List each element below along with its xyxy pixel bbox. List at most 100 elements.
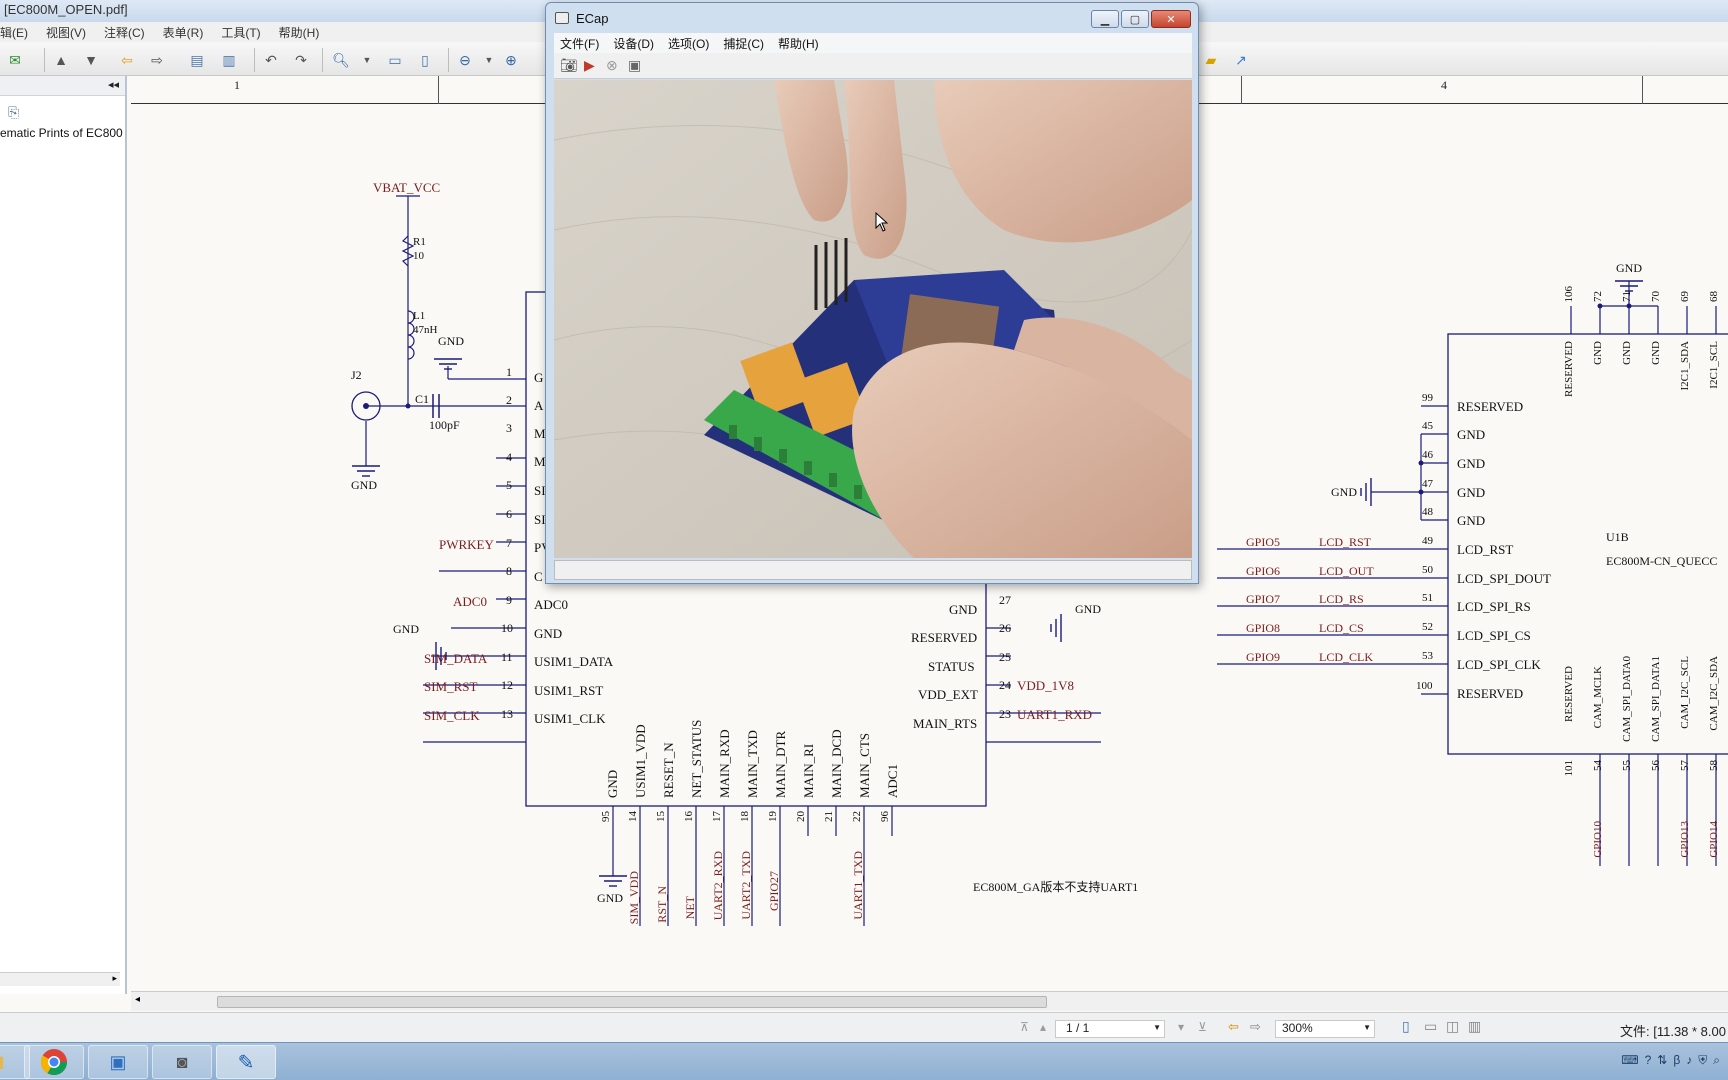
undo-icon[interactable]: ↶ bbox=[260, 49, 282, 71]
camera-app-icon[interactable]: ◙ bbox=[152, 1045, 212, 1079]
pin-name: LCD_SPI_CLK bbox=[1457, 657, 1541, 672]
ecap-window[interactable]: ECap ▁ ▢ ✕ 文件(F) 设备(D) 选项(O) 捕捉(C) 帮助(H)… bbox=[545, 2, 1199, 584]
pin-name: GND bbox=[534, 626, 563, 641]
forward-icon[interactable]: ⇨ bbox=[146, 49, 168, 71]
scrollbar-thumb[interactable] bbox=[217, 996, 1047, 1008]
help-icon[interactable]: ? bbox=[1645, 1053, 1652, 1068]
sidebar-header: ◂◂ bbox=[0, 76, 125, 96]
page-number-field[interactable]: 1 / 1 ▼ bbox=[1055, 1020, 1165, 1038]
pin-name: A bbox=[534, 398, 544, 413]
menu-help[interactable]: 帮助(H) bbox=[279, 24, 320, 42]
email-icon[interactable]: ✉ bbox=[4, 49, 26, 71]
scroll-down-icon[interactable]: ▼ bbox=[80, 49, 102, 71]
arrow-tool-icon[interactable]: ↗ bbox=[1230, 49, 1252, 71]
image-icon[interactable]: ▣ bbox=[628, 57, 641, 74]
net-label: UART1_TXD bbox=[851, 851, 865, 920]
close-button[interactable]: ✕ bbox=[1151, 10, 1191, 28]
pin-name: LCD_RST bbox=[1457, 542, 1514, 557]
shield-icon[interactable]: ⛨ bbox=[1698, 1053, 1707, 1068]
zoom-in-icon[interactable]: ⊕ bbox=[500, 49, 522, 71]
sidebar-scrollbar[interactable]: ▸ bbox=[0, 972, 120, 986]
next-page-icon[interactable]: ▾ bbox=[1178, 1020, 1184, 1034]
app-icon[interactable]: ▣ bbox=[88, 1045, 148, 1079]
pin-num: 54 bbox=[1592, 760, 1604, 771]
menu-tools[interactable]: 工具(T) bbox=[221, 24, 260, 42]
pin-num: 100 bbox=[1416, 680, 1433, 692]
minimize-button[interactable]: ▁ bbox=[1091, 10, 1119, 28]
continuous-facing-icon[interactable]: ▥ bbox=[1468, 1018, 1481, 1035]
menu-view[interactable]: 视图(V) bbox=[46, 24, 86, 42]
camera-icon[interactable]: 📷︎ bbox=[560, 57, 578, 74]
page-layout2-icon[interactable]: ▥ bbox=[218, 49, 240, 71]
single-page-icon[interactable]: ▯ bbox=[1402, 1018, 1410, 1035]
facing-icon[interactable]: ◫ bbox=[1446, 1018, 1459, 1035]
fit-width-icon[interactable]: ▯ bbox=[414, 49, 436, 71]
pin-num: 19 bbox=[767, 811, 779, 822]
bookmark-options-icon[interactable]: ⎘ bbox=[8, 104, 19, 121]
page-layout-icon[interactable]: ▤ bbox=[186, 49, 208, 71]
next-view-icon[interactable]: ⇨ bbox=[1250, 1019, 1261, 1035]
prev-page-icon[interactable]: ▴ bbox=[1040, 1020, 1046, 1034]
pin-name: CAM_SPI_DATA0 bbox=[1621, 656, 1633, 742]
bookmark-item[interactable]: ematic Prints of EC800 bbox=[0, 126, 123, 140]
menu-form[interactable]: 表单(R) bbox=[163, 24, 204, 42]
comment-icon[interactable]: ▰ bbox=[1200, 49, 1222, 71]
pin-name: GND bbox=[949, 602, 978, 617]
pin-name: LCD_SPI_CS bbox=[1457, 628, 1531, 643]
ecap-menu-help[interactable]: 帮助(H) bbox=[778, 35, 819, 53]
chrome-icon[interactable] bbox=[24, 1045, 84, 1079]
fit-page-icon[interactable]: ▭ bbox=[384, 49, 406, 71]
keyboard-icon[interactable]: ⌨ bbox=[1621, 1053, 1638, 1068]
pin-name: M bbox=[534, 426, 546, 441]
pin-num: 55 bbox=[1621, 760, 1633, 771]
zoom-dropdown-icon[interactable]: ▼ bbox=[356, 49, 378, 71]
first-page-icon[interactable]: ⊼ bbox=[1020, 1020, 1029, 1034]
camera-preview bbox=[554, 80, 1192, 558]
pin-name: GND bbox=[1621, 341, 1633, 365]
network-icon[interactable]: ⇅ bbox=[1657, 1053, 1667, 1068]
bluetooth-icon[interactable]: β bbox=[1673, 1053, 1680, 1068]
volume-icon[interactable]: ♪ bbox=[1686, 1053, 1692, 1068]
redo-icon[interactable]: ↷ bbox=[290, 49, 312, 71]
ref-u1b: U1B bbox=[1606, 530, 1629, 544]
gnd-label-3: GND bbox=[393, 622, 419, 636]
ecap-menu-file[interactable]: 文件(F) bbox=[560, 35, 599, 53]
status-bar: ⊼ ▴ 1 / 1 ▼ ▾ ⊻ ⇦ ⇨ 300% ▼ ▯ ▭ ◫ ▥ 文件: [11… bbox=[0, 1012, 1728, 1042]
menu-edit[interactable]: 辑(E) bbox=[0, 24, 28, 42]
pdf-app-icon[interactable]: ✎ bbox=[216, 1045, 276, 1079]
stop-icon[interactable]: ⊗ bbox=[606, 57, 618, 74]
pin-name: MAIN_TXD bbox=[745, 730, 760, 798]
zoom-select[interactable]: 300% ▼ bbox=[1275, 1020, 1375, 1038]
last-page-icon[interactable]: ⊻ bbox=[1198, 1020, 1207, 1034]
ecap-menu-capture[interactable]: 捕捉(C) bbox=[723, 35, 764, 53]
ecap-menu-options[interactable]: 选项(O) bbox=[668, 35, 709, 53]
net-adc0: ADC0 bbox=[453, 594, 487, 609]
search-icon[interactable]: ⌕ bbox=[1713, 1053, 1720, 1068]
zoom-tool-icon[interactable]: 🔍︎ bbox=[330, 49, 352, 71]
document-scrollbar[interactable]: ◂ bbox=[131, 991, 1728, 1011]
pin-num: 68 bbox=[1708, 291, 1720, 302]
ecap-menu-device[interactable]: 设备(D) bbox=[613, 35, 654, 53]
net-label: GND bbox=[1075, 602, 1101, 616]
gnd-label-1: GND bbox=[438, 334, 464, 348]
val-c1: 100pF bbox=[429, 418, 460, 432]
pin-num: 25 bbox=[999, 650, 1011, 664]
zoom-out-icon[interactable]: ⊖ bbox=[454, 49, 476, 71]
back-icon[interactable]: ⇦ bbox=[116, 49, 138, 71]
pin-name: GND bbox=[1457, 456, 1486, 471]
menu-comment[interactable]: 注释(C) bbox=[104, 24, 145, 42]
pin-num: 49 bbox=[1422, 535, 1433, 547]
net-label: GPIO9 bbox=[1246, 650, 1281, 664]
zoom-out-dropdown-icon[interactable]: ▼ bbox=[478, 49, 500, 71]
net-label: UART1_RXD bbox=[1017, 707, 1093, 722]
maximize-button[interactable]: ▢ bbox=[1121, 10, 1149, 28]
pin-num: 53 bbox=[1422, 650, 1433, 662]
play-icon[interactable]: ▶ bbox=[584, 57, 595, 74]
scroll-up-icon[interactable]: ▲ bbox=[50, 49, 72, 71]
collapse-sidebar-icon[interactable]: ◂◂ bbox=[108, 78, 119, 91]
continuous-icon[interactable]: ▭ bbox=[1424, 1018, 1437, 1035]
pin-name: GND bbox=[1457, 427, 1486, 442]
pin-num: 15 bbox=[655, 811, 667, 822]
prev-view-icon[interactable]: ⇦ bbox=[1228, 1019, 1239, 1035]
pin-name: MAIN_RTS bbox=[913, 716, 978, 731]
